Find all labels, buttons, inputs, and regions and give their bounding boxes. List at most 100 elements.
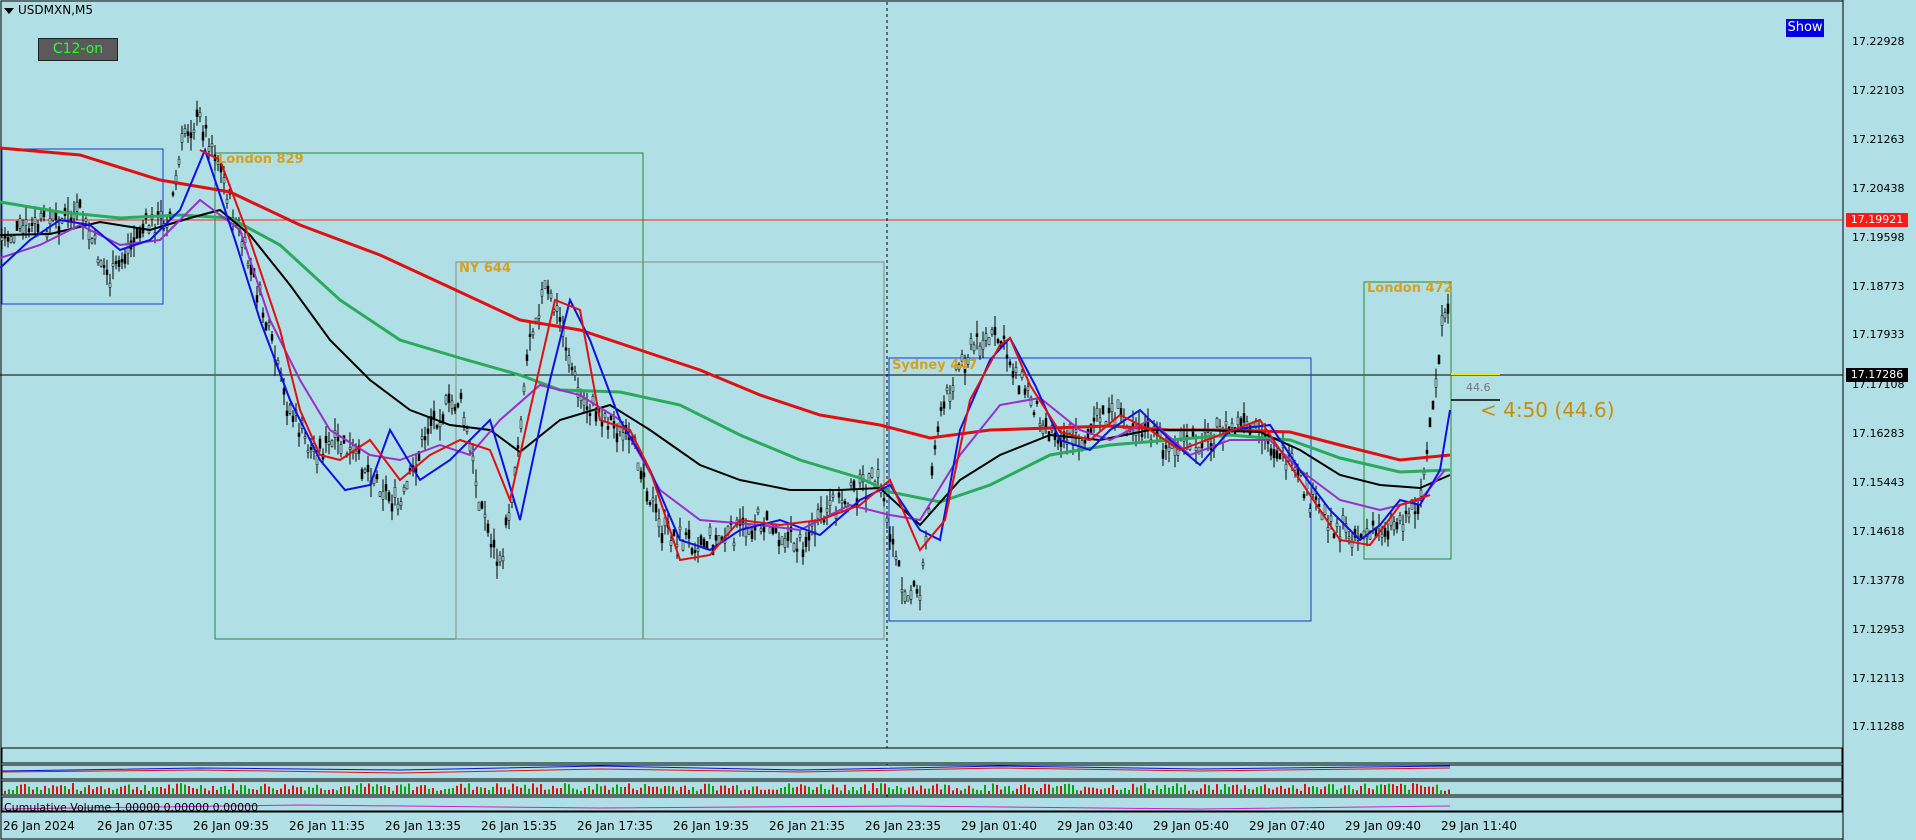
ma-green-line [0,200,1451,504]
volume-bar [1280,785,1282,794]
volume-bar [340,787,342,794]
volume-bar [1176,783,1178,794]
candle-body [192,129,196,133]
candle-body [18,218,22,229]
candle-body [603,413,607,418]
candle-body [690,547,694,555]
candle-body [1092,417,1096,422]
volume-bar [1340,788,1342,794]
candle-body [615,433,619,443]
candle-body [456,403,460,408]
volume-bar [56,786,58,794]
candle-body [1011,370,1015,378]
candle-body [816,509,820,520]
candle-body [288,404,292,414]
candle-body [1437,354,1441,365]
volume-bar [956,788,958,794]
candle-body [1074,429,1078,433]
volume-bar [1196,790,1198,794]
price-tick: 17.21263 [1852,133,1905,146]
volume-bar [52,785,54,794]
candle-body [684,532,688,536]
candle-body [489,543,493,548]
volume-bar [1344,785,1346,794]
price-chart[interactable] [0,0,1916,840]
volume-bar [576,789,578,794]
volume-bar [836,787,838,794]
volume-bar [584,787,586,794]
volume-bar [1060,786,1062,794]
volume-bar [1380,784,1382,794]
volume-bar [1284,788,1286,794]
volume-bar [852,786,854,794]
candle-body [432,410,436,420]
candle-body [777,539,781,547]
candle-body [933,445,937,450]
volume-bar [80,790,82,794]
cumulative-volume-label: Cumulative Volume 1.00000 0.00000 0.0000… [4,801,259,814]
candle-body [555,305,559,312]
candle-body [582,398,586,406]
volume-bar [128,784,130,794]
volume-bar [64,786,66,794]
candle-body [798,534,802,538]
candle-body [1269,448,1273,456]
volume-bar [656,786,658,794]
candle-body [87,230,91,241]
volume-bar [624,787,626,794]
volume-bar [356,785,358,794]
volume-bar [792,787,794,794]
candle-body [507,512,511,521]
symbol-label: USDMXN,M5 [18,3,93,17]
volume-bar [1316,787,1318,794]
price-tick: 17.12113 [1852,672,1905,685]
c12-toggle-button[interactable]: C12-on [38,38,118,61]
volume-bar [612,787,614,794]
candle-body [1056,439,1060,444]
volume-bar [1376,785,1378,794]
volume-bar [236,790,238,794]
candle-body [447,393,451,403]
volume-bar [68,789,70,794]
candle-body [102,265,106,268]
volume-bar [696,790,698,794]
volume-bar [692,787,694,794]
volume-bar [452,788,454,794]
volume-bar [548,789,550,794]
volume-bar [112,789,114,794]
volume-bar [256,789,258,794]
candle-body [1020,371,1024,379]
candle-body [876,469,880,478]
candle-body [474,481,478,486]
volume-bar [8,789,10,794]
show-button[interactable]: Show [1786,19,1824,37]
volume-bar [328,789,330,794]
volume-bar [1044,783,1046,794]
volume-bar [292,785,294,794]
volume-bar [1244,785,1246,794]
candle-body [423,436,427,441]
volume-bar [528,788,530,794]
candle-body [1230,422,1234,428]
volume-bar [1108,787,1110,794]
candle-body [201,131,205,141]
volume-bar [348,786,350,794]
volume-bar [376,784,378,794]
candle-body [1194,447,1198,451]
volume-bar [1224,784,1226,794]
candle-body [714,534,718,541]
volume-bar [764,789,766,794]
candle-body [189,132,193,139]
candle-body [381,490,385,500]
volume-bar [644,784,646,794]
candle-body [27,228,31,233]
triangle-down-icon[interactable] [4,7,14,14]
candle-body [1095,408,1099,416]
candle-body [831,494,835,498]
candle-body [399,501,403,506]
volume-bar [952,790,954,794]
volume-bar [468,783,470,794]
candle-body [96,259,100,263]
volume-bar [648,786,650,794]
volume-bar [1112,785,1114,794]
